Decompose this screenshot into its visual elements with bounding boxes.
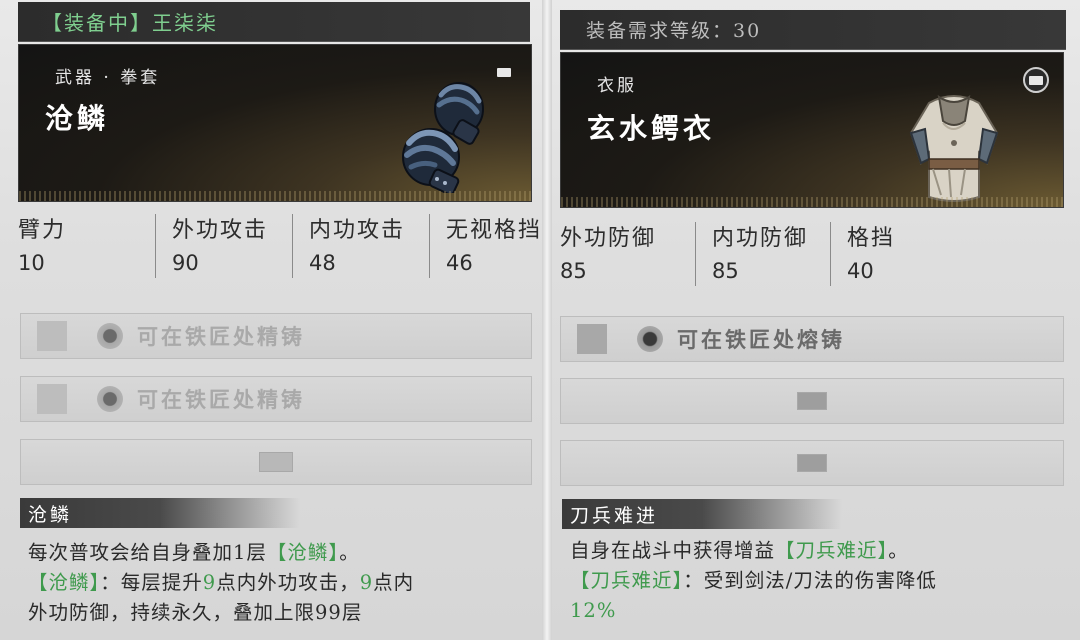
stat-value: 85 [712, 259, 739, 283]
stat-value: 90 [172, 251, 199, 275]
armor-icon [899, 83, 1009, 203]
forge-checkbox[interactable] [577, 324, 607, 354]
empty-slot[interactable] [560, 378, 1064, 424]
item-category: 衣服 [597, 76, 637, 96]
item-card[interactable]: 衣服 玄水鳄衣 [560, 52, 1064, 208]
item-name: 玄水鳄衣 [587, 112, 716, 145]
forge-slot-2[interactable]: 可在铁匠处精铸 [20, 376, 532, 422]
gauntlets-icon [397, 73, 497, 196]
effect-line: 自身在战斗中获得增益【刀兵难近】。 [570, 539, 909, 562]
stat-label: 臂力 [18, 218, 67, 243]
slot-icon [797, 392, 827, 410]
forge-checkbox[interactable] [37, 321, 67, 351]
forge-slot-1[interactable]: 可在铁匠处精铸 [20, 313, 532, 359]
stat-external-attack: 外功攻击 90 [155, 214, 292, 278]
compare-item-panel: 装备需求等级：30 衣服 玄水鳄衣 外功防御 85 内功防御 85 格挡 40 … [552, 0, 1080, 640]
stat-label: 外功攻击 [172, 218, 269, 243]
gem-socket-icon [97, 323, 123, 349]
empty-slot[interactable] [20, 439, 532, 485]
stat-internal-defense: 内功防御 85 [695, 222, 830, 286]
stats-row: 外功防御 85 内功防御 85 格挡 40 [560, 222, 965, 286]
stat-value: 48 [309, 251, 336, 275]
stat-label: 内功攻击 [309, 218, 406, 243]
stat-value: 40 [847, 259, 874, 283]
stat-label: 外功防御 [560, 226, 657, 251]
stat-label: 内功防御 [712, 226, 809, 251]
stat-label: 格挡 [847, 226, 896, 251]
empty-slot[interactable] [560, 440, 1064, 486]
slot-icon [259, 452, 293, 472]
item-category: 武器 · 拳套 [55, 68, 161, 88]
equipped-item-panel: 【装备中】王柒柒 武器 · 拳套 沧鳞 臂力 10 外功攻击 90 内功攻击 4… [0, 0, 542, 640]
item-name: 沧鳞 [45, 102, 110, 135]
effect-line: 每次普攻会给自身叠加1层【沧鳞】。 [28, 541, 360, 564]
stat-ignore-block: 无视格挡 46 [429, 214, 542, 278]
stat-internal-attack: 内功攻击 48 [292, 214, 429, 278]
panel-divider [542, 0, 552, 640]
gem-socket-icon [97, 386, 123, 412]
forge-slot-label: 可在铁匠处精铸 [137, 387, 305, 412]
equipped-status-bar: 【装备中】王柒柒 [18, 2, 530, 42]
gem-socket-icon [637, 326, 663, 352]
item-card[interactable]: 武器 · 拳套 沧鳞 [18, 44, 532, 202]
effect-title: 刀兵难进 [562, 499, 842, 529]
effect-description: 自身在战斗中获得增益【刀兵难近】。 【刀兵难近】：受到剑法/刀法的伤害降低 12… [570, 536, 1070, 626]
slot-icon [797, 454, 827, 472]
forge-checkbox[interactable] [37, 384, 67, 414]
level-requirement-bar: 装备需求等级：30 [560, 10, 1066, 50]
effect-title: 沧鳞 [20, 498, 300, 528]
stat-arm-strength: 臂力 10 [18, 214, 155, 278]
stat-block: 格挡 40 [830, 222, 965, 286]
forge-slot-label: 可在铁匠处熔铸 [677, 327, 845, 352]
stat-value: 46 [446, 251, 473, 275]
stat-label: 无视格挡 [446, 218, 542, 243]
stat-value: 10 [18, 251, 45, 275]
slot-icon[interactable] [1023, 67, 1049, 93]
forge-slot-label: 可在铁匠处精铸 [137, 324, 305, 349]
forge-slot-1[interactable]: 可在铁匠处熔铸 [560, 316, 1064, 362]
effect-line: 外功防御，持续永久，叠加上限99层 [28, 601, 363, 624]
stat-external-defense: 外功防御 85 [560, 222, 695, 286]
stats-row: 臂力 10 外功攻击 90 内功攻击 48 无视格挡 46 [18, 214, 542, 278]
effect-description: 每次普攻会给自身叠加1层【沧鳞】。 【沧鳞】：每层提升9点内外功攻击，9点内 外… [28, 538, 528, 628]
stat-value: 85 [560, 259, 587, 283]
effect-line: 【刀兵难近】：受到剑法/刀法的伤害降低 [570, 569, 937, 592]
effect-line: 【沧鳞】：每层提升9点内外功攻击，9点内 [28, 571, 415, 594]
effect-line: 12% [570, 599, 617, 622]
